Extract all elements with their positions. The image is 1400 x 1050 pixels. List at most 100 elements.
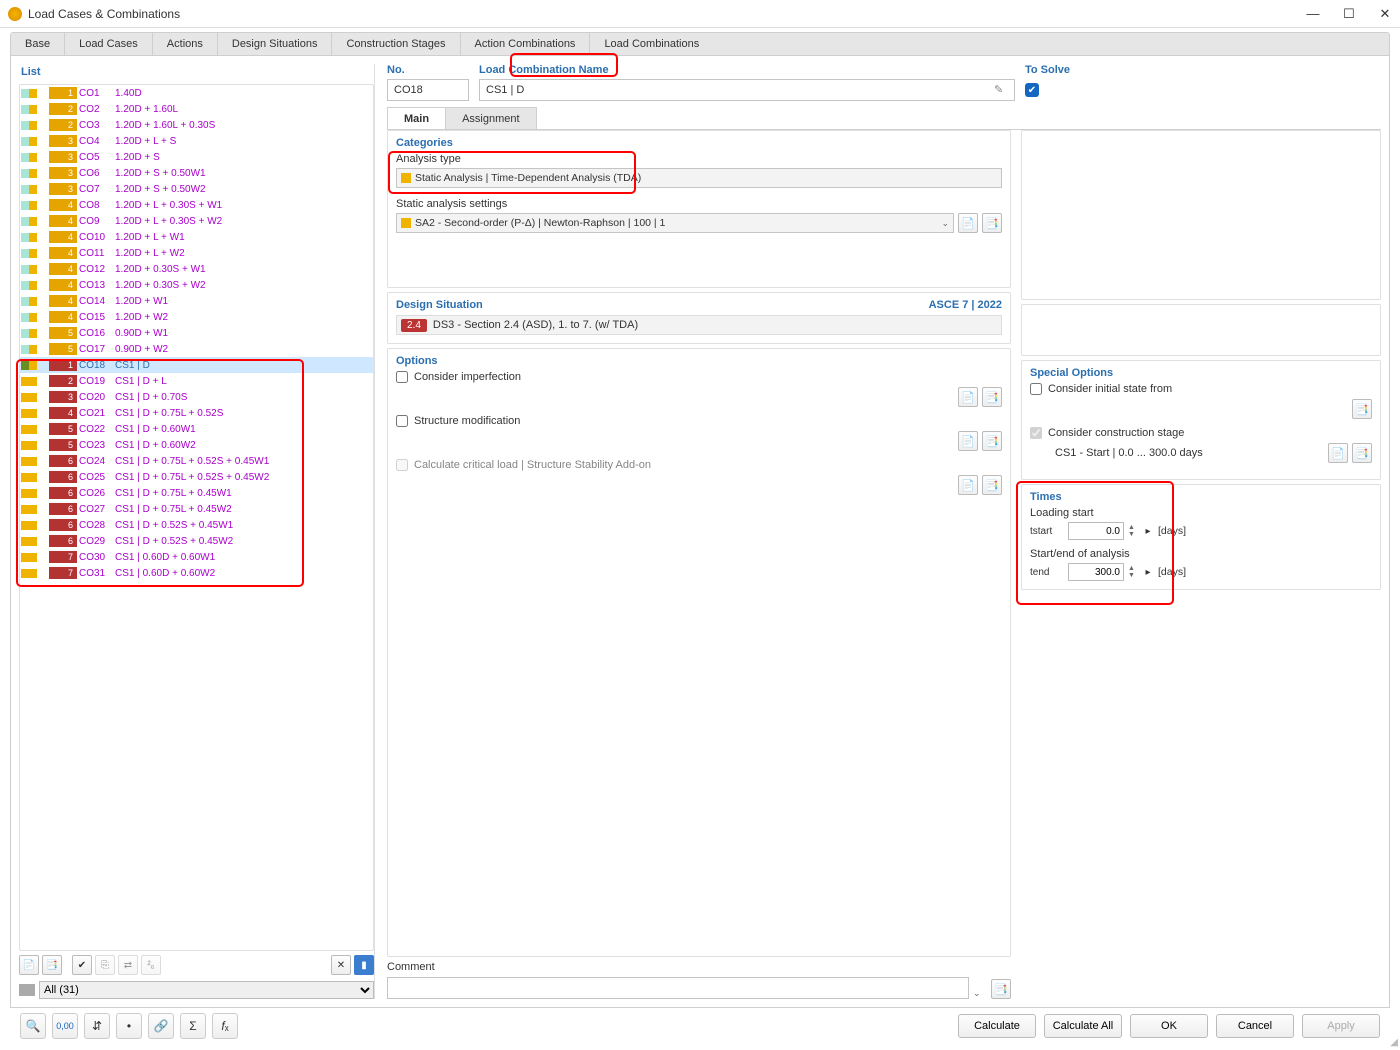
analysis-type-label: Analysis type [396, 153, 1002, 165]
tstart-input[interactable] [1068, 522, 1124, 540]
fx-icon[interactable]: fₓ [212, 1013, 238, 1039]
tend-input[interactable] [1068, 563, 1124, 581]
list-item[interactable]: 4CO91.20D + L + 0.30S + W2 [20, 213, 373, 229]
filter-select[interactable]: All (31) [39, 981, 374, 999]
list-item[interactable]: 6CO28CS1 | D + 0.52S + 0.45W1 [20, 517, 373, 533]
subtab-assignment[interactable]: Assignment [445, 107, 536, 129]
search-icon[interactable]: 🔍 [20, 1013, 46, 1039]
preview-box [1021, 130, 1381, 300]
list-item[interactable]: 1CO18CS1 | D [20, 357, 373, 373]
list-item[interactable]: 5CO170.90D + W2 [20, 341, 373, 357]
new-copy-button[interactable]: 📑 [42, 955, 62, 975]
check-button[interactable]: ✔ [72, 955, 92, 975]
opt-imperfection-checkbox[interactable] [396, 371, 408, 383]
ds-header: Design Situation [396, 299, 483, 311]
list-item[interactable]: 5CO160.90D + W1 [20, 325, 373, 341]
list-item[interactable]: 7CO30CS1 | 0.60D + 0.60W1 [20, 549, 373, 565]
imperf-btn2[interactable]: 📑 [982, 387, 1002, 407]
list-item[interactable]: 3CO71.20D + S + 0.50W2 [20, 181, 373, 197]
list-item[interactable]: 6CO24CS1 | D + 0.75L + 0.52S + 0.45W1 [20, 453, 373, 469]
analysis-type-select[interactable]: Static Analysis | Time-Dependent Analysi… [396, 168, 1002, 188]
list-item[interactable]: 3CO51.20D + S [20, 149, 373, 165]
minimize-icon[interactable]: — [1306, 6, 1320, 22]
initstate-checkbox[interactable] [1030, 383, 1042, 395]
tab-construction-stages[interactable]: Construction Stages [332, 33, 460, 55]
delete-button[interactable]: ✕ [331, 955, 351, 975]
name-field[interactable]: CS1 | D ✎ [479, 79, 1015, 101]
list-item[interactable]: 4CO21CS1 | D + 0.75L + 0.52S [20, 405, 373, 421]
tab-base[interactable]: Base [11, 33, 65, 55]
constage-select[interactable]: CS1 - Start | 0.0 ... 300.0 days [1050, 447, 1324, 459]
ds-item[interactable]: 2.4 DS3 - Section 2.4 (ASD), 1. to 7. (w… [396, 315, 1002, 335]
tab-actions[interactable]: Actions [153, 33, 218, 55]
structmod-btn1[interactable]: 📄 [958, 431, 978, 451]
list-item[interactable]: 4CO81.20D + L + 0.30S + W1 [20, 197, 373, 213]
swap-button[interactable]: ⇄ [118, 955, 138, 975]
list-item[interactable]: 3CO61.20D + S + 0.50W1 [20, 165, 373, 181]
imperf-btn1[interactable]: 📄 [958, 387, 978, 407]
list-item[interactable]: 7CO31CS1 | 0.60D + 0.60W2 [20, 565, 373, 581]
solve-checkbox[interactable]: ✔ [1025, 83, 1039, 97]
close-icon[interactable]: ✕ [1378, 6, 1392, 22]
list-item[interactable]: 4CO131.20D + 0.30S + W2 [20, 277, 373, 293]
list-item[interactable]: 6CO26CS1 | D + 0.75L + 0.45W1 [20, 485, 373, 501]
list-item[interactable]: 6CO27CS1 | D + 0.75L + 0.45W2 [20, 501, 373, 517]
comment-chevron-icon[interactable]: ⌄ [973, 988, 987, 999]
new-button[interactable]: 📄 [19, 955, 39, 975]
link-icon[interactable]: 🔗 [148, 1013, 174, 1039]
critload-btn2[interactable]: 📑 [982, 475, 1002, 495]
maximize-icon[interactable]: ☐ [1342, 6, 1356, 22]
tab-load-cases[interactable]: Load Cases [65, 33, 153, 55]
constage-btn2[interactable]: 📑 [1352, 443, 1372, 463]
ok-button[interactable]: OK [1130, 1014, 1208, 1038]
comment-input[interactable] [387, 977, 969, 999]
critload-btn1[interactable]: 📄 [958, 475, 978, 495]
list-item[interactable]: 4CO111.20D + L + W2 [20, 245, 373, 261]
list-item[interactable]: 3CO41.20D + L + S [20, 133, 373, 149]
list-item[interactable]: 2CO31.20D + 1.60L + 0.30S [20, 117, 373, 133]
renumber-button[interactable]: ²₆ [141, 955, 161, 975]
sum-icon[interactable]: Σ [180, 1013, 206, 1039]
list-panel: List 1CO11.40D2CO21.20D + 1.60L2CO31.20D… [19, 64, 375, 999]
tab-action-combinations[interactable]: Action Combinations [461, 33, 591, 55]
list-item[interactable]: 2CO21.20D + 1.60L [20, 101, 373, 117]
list-item[interactable]: 3CO20CS1 | D + 0.70S [20, 389, 373, 405]
constage-btn1[interactable]: 📄 [1328, 443, 1348, 463]
comment-lib-button[interactable]: 📑 [991, 979, 1011, 999]
structmod-btn2[interactable]: 📑 [982, 431, 1002, 451]
bottom-bar: 🔍 0,00 ⇵ • 🔗 Σ fₓ Calculate Calculate Al… [10, 1008, 1390, 1044]
list-item[interactable]: 4CO101.20D + L + W1 [20, 229, 373, 245]
initstate-btn[interactable]: 📑 [1352, 399, 1372, 419]
settings-lib-button[interactable]: 📑 [982, 213, 1002, 233]
calculate-button[interactable]: Calculate [958, 1014, 1036, 1038]
list-item[interactable]: 6CO25CS1 | D + 0.75L + 0.52S + 0.45W2 [20, 469, 373, 485]
units-icon[interactable]: 0,00 [52, 1013, 78, 1039]
subtab-main[interactable]: Main [387, 107, 446, 129]
dot-icon[interactable]: • [116, 1013, 142, 1039]
calculate-all-button[interactable]: Calculate All [1044, 1014, 1122, 1038]
list-item[interactable]: 4CO121.20D + 0.30S + W1 [20, 261, 373, 277]
tree-icon[interactable]: ⇵ [84, 1013, 110, 1039]
opt-structmod-checkbox[interactable] [396, 415, 408, 427]
list-item[interactable]: 4CO141.20D + W1 [20, 293, 373, 309]
tab-design-situations[interactable]: Design Situations [218, 33, 333, 55]
list-item[interactable]: 2CO19CS1 | D + L [20, 373, 373, 389]
edit-icon[interactable]: ✎ [994, 83, 1008, 97]
settings-new-button[interactable]: 📄 [958, 213, 978, 233]
list-item[interactable]: 6CO29CS1 | D + 0.52S + 0.45W2 [20, 533, 373, 549]
list-item[interactable]: 5CO23CS1 | D + 0.60W2 [20, 437, 373, 453]
copy-button[interactable]: ⎘ [95, 955, 115, 975]
list-item[interactable]: 1CO11.40D [20, 85, 373, 101]
tab-load-combinations[interactable]: Load Combinations [590, 33, 713, 55]
list-item[interactable]: 5CO22CS1 | D + 0.60W1 [20, 421, 373, 437]
list-items[interactable]: 1CO11.40D2CO21.20D + 1.60L2CO31.20D + 1.… [19, 84, 374, 951]
no-label: No. [387, 64, 469, 76]
arrow-icon[interactable]: ▸ [1142, 567, 1154, 578]
no-field[interactable]: CO18 [387, 79, 469, 101]
arrow-icon[interactable]: ▸ [1142, 526, 1154, 537]
resize-grip-icon[interactable]: ◢ [1390, 1037, 1398, 1048]
cancel-button[interactable]: Cancel [1216, 1014, 1294, 1038]
static-settings-select[interactable]: SA2 - Second-order (P-Δ) | Newton-Raphso… [396, 213, 954, 233]
list-item[interactable]: 4CO151.20D + W2 [20, 309, 373, 325]
tag-button[interactable]: ▮ [354, 955, 374, 975]
